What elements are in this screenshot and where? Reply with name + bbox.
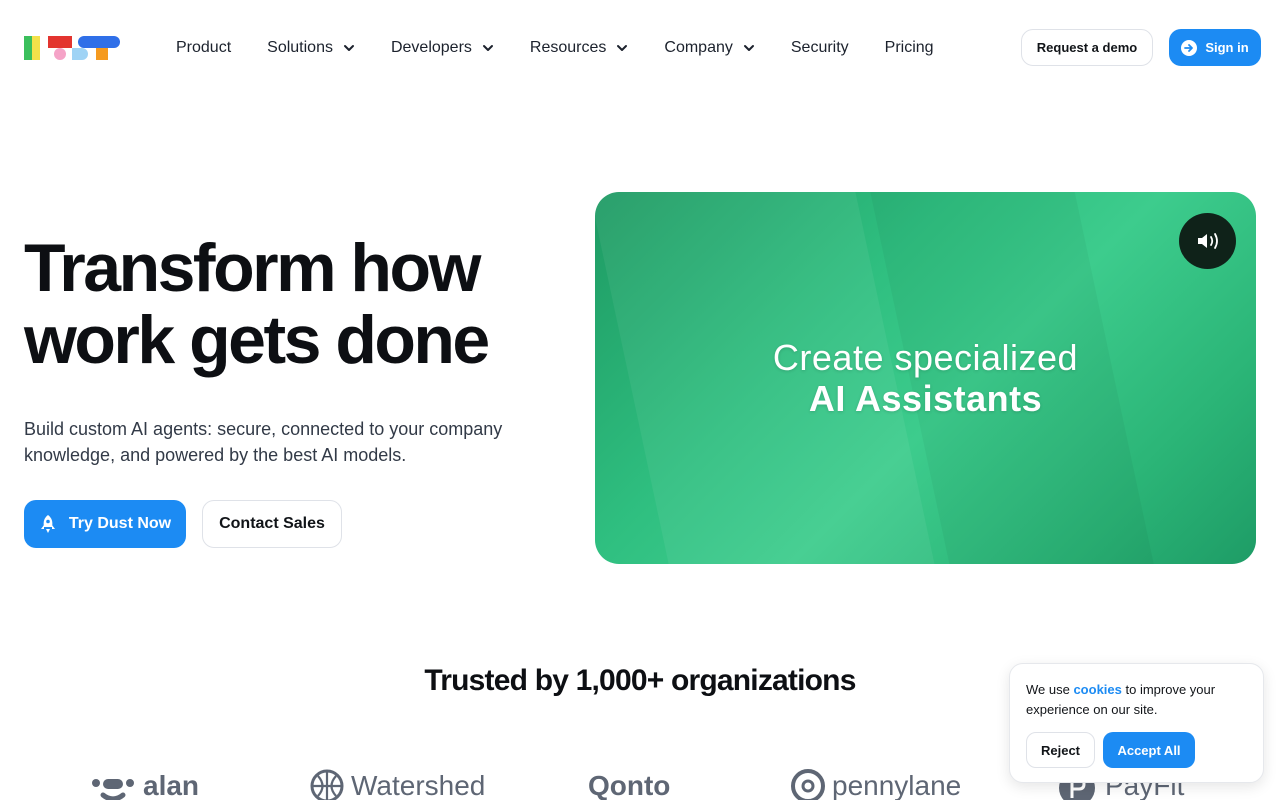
nav-developers[interactable]: Developers (391, 39, 494, 57)
nav-company-label: Company (664, 39, 733, 56)
brand-logo-qonto: Qonto (588, 766, 670, 800)
chevron-down-icon (617, 45, 628, 51)
cookie-text-before: We use (1026, 682, 1074, 697)
main-nav: Product Solutions Developers Resources C… (176, 36, 970, 60)
request-demo-label: Request a demo (1036, 40, 1138, 55)
nav-security[interactable]: Security (791, 39, 849, 57)
video-caption-line1: Create specialized (772, 337, 1079, 378)
site-header: Product Solutions Developers Resources C… (0, 0, 1280, 96)
alan-logo-icon (92, 779, 134, 800)
nav-solutions[interactable]: Solutions (267, 39, 355, 57)
brand-logo-watershed: Watershed (309, 766, 485, 800)
reject-cookies-button[interactable]: Reject (1026, 732, 1095, 768)
video-caption-line2: AI Assistants (808, 378, 1043, 419)
video-caption: Create specialized AI Assistants (595, 338, 1256, 420)
hero-video[interactable]: Create specialized AI Assistants (595, 192, 1256, 564)
arrow-right-circle-icon (1181, 39, 1198, 56)
nav-resources[interactable]: Resources (530, 39, 628, 57)
nav-security-label: Security (790, 39, 849, 56)
brand-name: Watershed (351, 770, 486, 800)
brand-name: pennylane (832, 770, 962, 800)
cookie-text: We use cookies to improve your experienc… (1026, 680, 1251, 720)
nav-product-label: Product (176, 39, 232, 56)
contact-sales-button[interactable]: Contact Sales (202, 500, 342, 548)
hero-subtitle: Build custom AI agents: secure, connecte… (24, 419, 503, 465)
contact-sales-label: Contact Sales (219, 515, 325, 532)
nav-solutions-label: Solutions (267, 39, 333, 56)
reject-label: Reject (1040, 742, 1081, 758)
brand-logo-pennylane: pennylane (790, 766, 961, 800)
chevron-down-icon (482, 45, 493, 51)
brand-name: alan (143, 770, 200, 800)
accept-cookies-button[interactable]: Accept All (1103, 732, 1195, 768)
cookies-link[interactable]: cookies (1073, 682, 1121, 697)
cookie-banner: We use cookies to improve your experienc… (1009, 663, 1264, 783)
pennylane-logo-icon (791, 769, 825, 800)
chevron-down-icon (743, 45, 754, 51)
hero-title: Transform how work gets done (24, 232, 584, 376)
hero-title-line1: Transform how (24, 230, 481, 306)
nav-resources-label: Resources (529, 39, 607, 56)
globe-icon (310, 769, 344, 800)
brand-name: Qonto (588, 770, 671, 800)
brand-logo-alan: alan (89, 766, 199, 800)
nav-pricing[interactable]: Pricing (885, 39, 934, 57)
sound-toggle-button[interactable] (1179, 213, 1236, 269)
nav-product[interactable]: Product (176, 39, 231, 57)
chevron-down-icon (343, 45, 354, 51)
speaker-icon (1197, 233, 1218, 249)
try-dust-button[interactable]: Try Dust Now (24, 500, 186, 548)
nav-developers-label: Developers (390, 39, 472, 56)
nav-pricing-label: Pricing (884, 39, 934, 56)
sign-in-label: Sign in (1205, 40, 1249, 55)
request-demo-button[interactable]: Request a demo (1021, 29, 1153, 66)
accept-label: Accept All (1117, 742, 1181, 758)
dust-logo[interactable] (24, 36, 120, 60)
rocket-icon (40, 515, 55, 533)
sign-in-button[interactable]: Sign in (1169, 29, 1261, 66)
hero-title-line2: work gets done (24, 302, 490, 378)
try-dust-label: Try Dust Now (68, 515, 172, 532)
nav-company[interactable]: Company (664, 39, 754, 57)
